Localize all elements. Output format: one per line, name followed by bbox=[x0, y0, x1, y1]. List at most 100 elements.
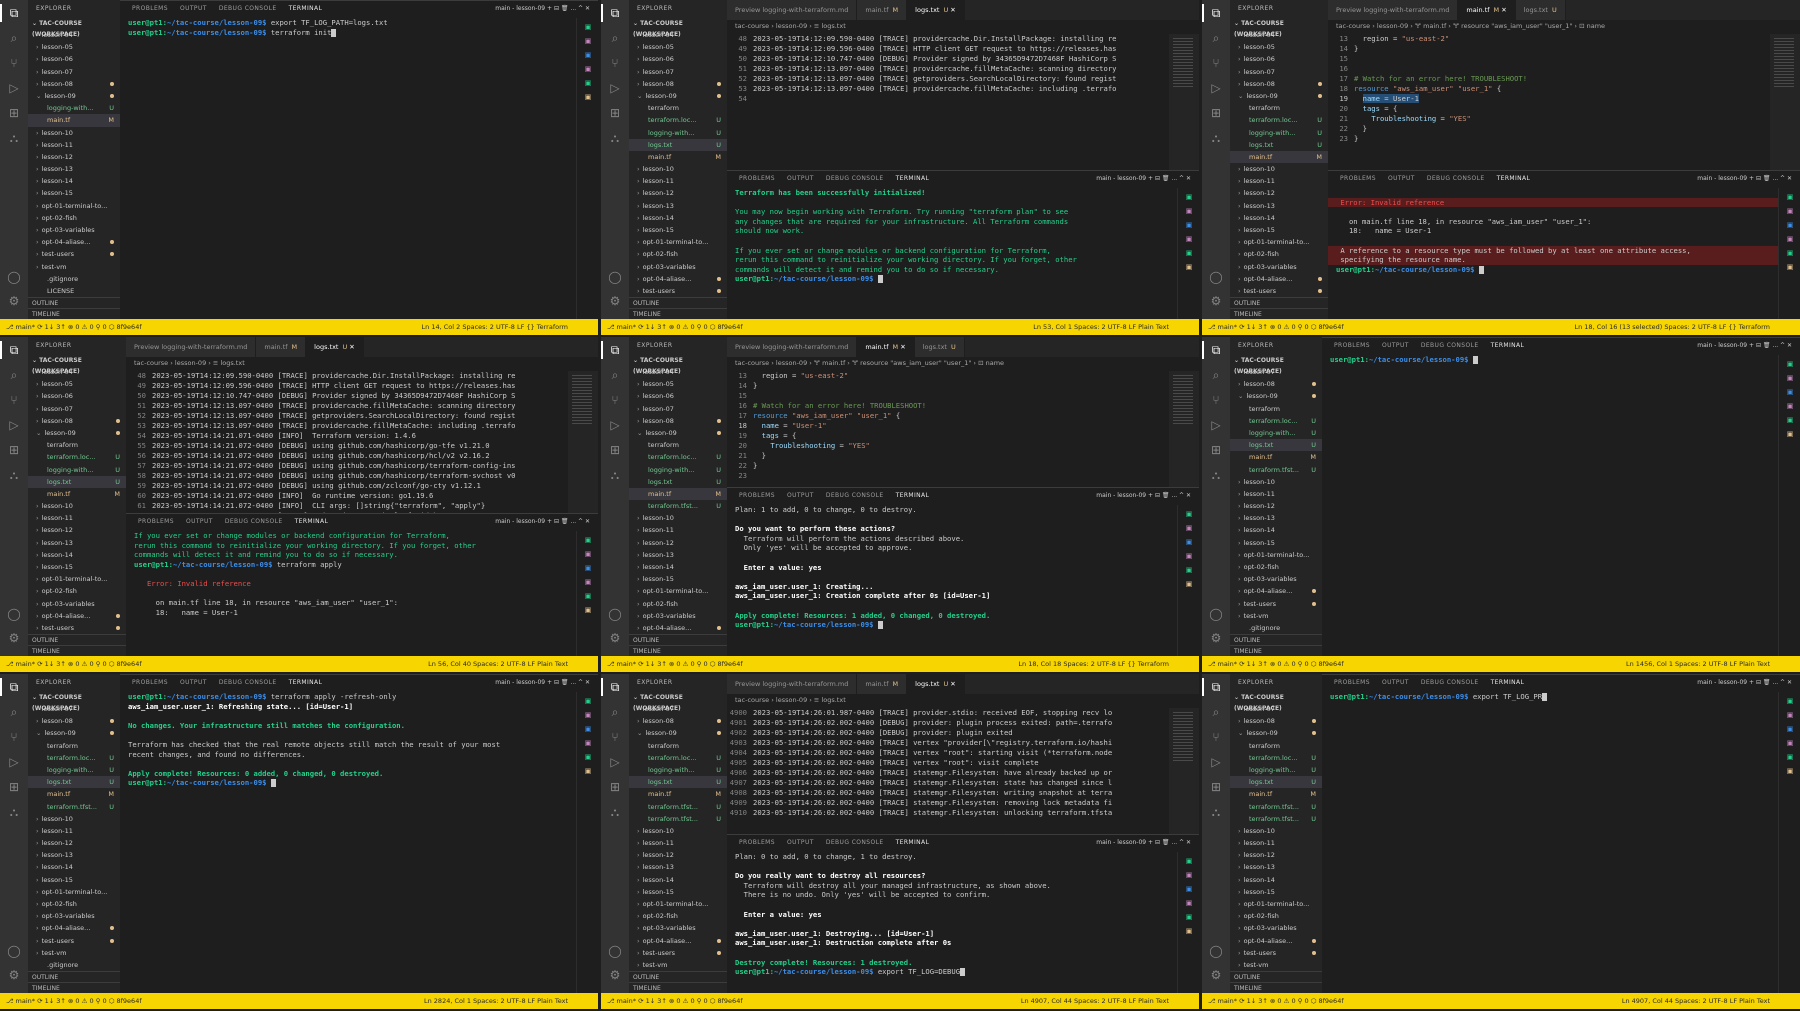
terminal-instance-icon[interactable]: ▣ bbox=[1785, 220, 1795, 230]
terminal-instance-icon[interactable]: ▣ bbox=[1785, 206, 1795, 216]
run-debug-icon[interactable]: ▷ bbox=[1209, 81, 1223, 95]
terminal-instance-icon[interactable]: ▣ bbox=[583, 710, 593, 720]
tree-item[interactable]: › lesson-11 bbox=[629, 837, 727, 849]
terminal-instance-icon[interactable]: ▣ bbox=[1184, 262, 1194, 272]
tree-item[interactable]: › opt-02-fish bbox=[28, 898, 120, 910]
terminal-instance-icon[interactable]: ▣ bbox=[1785, 234, 1795, 244]
git-graph-icon[interactable]: ⛬ bbox=[1209, 468, 1223, 482]
tree-item[interactable]: main.tf M bbox=[28, 488, 126, 500]
tree-item[interactable]: › opt-02-fish bbox=[28, 585, 126, 597]
tree-item[interactable]: terraform bbox=[28, 740, 120, 752]
tree-item[interactable]: terraform.loc... U bbox=[629, 114, 727, 126]
tree-item[interactable]: logging-with... U bbox=[629, 127, 727, 139]
panel-tab-debug-console[interactable]: DEBUG CONSOLE bbox=[1421, 338, 1479, 353]
source-control-icon[interactable]: ⑂ bbox=[1209, 56, 1223, 70]
search-icon[interactable]: ⌕ bbox=[608, 31, 622, 45]
panel-tab-debug-console[interactable]: DEBUG CONSOLE bbox=[219, 1, 277, 16]
outline-section[interactable]: OUTLINE bbox=[629, 634, 727, 645]
timeline-section[interactable]: TIMELINE bbox=[1230, 982, 1322, 993]
tree-item[interactable]: › lesson-12 bbox=[629, 537, 727, 549]
account-icon[interactable]: ◯ bbox=[1209, 270, 1223, 284]
panel-tab-problems[interactable]: PROBLEMS bbox=[739, 835, 775, 850]
source-control-icon[interactable]: ⑂ bbox=[608, 56, 622, 70]
tree-item[interactable]: main.tf M bbox=[1230, 150, 1328, 164]
tree-item[interactable]: › lesson-04 bbox=[629, 366, 727, 378]
terminal-instance-icon[interactable]: ▣ bbox=[583, 22, 593, 32]
tree-item[interactable]: › lesson-11 bbox=[28, 512, 126, 524]
terminal-instance-icon[interactable]: ▣ bbox=[583, 752, 593, 762]
tree-item[interactable]: › lesson-14 bbox=[1230, 874, 1322, 886]
search-icon[interactable]: ⌕ bbox=[608, 368, 622, 382]
code-editor[interactable]: 13 region = "us-east-2" 14} 15 16 17 # Watch … bbox=[1328, 34, 1770, 170]
tree-item[interactable]: ⌄ lesson-09 bbox=[1230, 390, 1322, 402]
terminal-instance-icon[interactable]: ▣ bbox=[1184, 912, 1194, 922]
tree-item[interactable]: logs.txt U bbox=[28, 475, 126, 488]
minimap[interactable] bbox=[1770, 34, 1800, 170]
search-icon[interactable]: ⌕ bbox=[1209, 705, 1223, 719]
tree-item[interactable]: › lesson-08 bbox=[1230, 78, 1328, 90]
terminal-instance-icon[interactable]: ▣ bbox=[1785, 248, 1795, 258]
terminal-output[interactable]: user@pt1:~/tac-course/lesson-09$ export … bbox=[1322, 692, 1778, 993]
tree-item[interactable]: › lesson-10 bbox=[28, 813, 120, 825]
breadcrumb[interactable]: tac-course › lesson-09 › 🝖 main.tf › 🝖 r… bbox=[1328, 20, 1800, 32]
terminal-instance-icon[interactable]: ▣ bbox=[1184, 870, 1194, 880]
tree-item[interactable]: ⌄ lesson-09 bbox=[28, 90, 120, 102]
tree-item[interactable]: › lesson-13 bbox=[629, 861, 727, 873]
timeline-section[interactable]: TIMELINE bbox=[28, 645, 126, 656]
tree-item[interactable]: terraform.tfst... U bbox=[629, 500, 727, 512]
panel-tab-output[interactable]: OUTPUT bbox=[180, 1, 207, 16]
tree-item[interactable]: › lesson-15 bbox=[629, 224, 727, 236]
breadcrumb[interactable]: tac-course › lesson-09 › 🝖 main.tf › 🝖 r… bbox=[727, 357, 1199, 369]
search-icon[interactable]: ⌕ bbox=[7, 368, 21, 382]
status-right[interactable]: Ln 18, Col 18 Spaces: 2 UTF-8 LF {} Terr… bbox=[1018, 656, 1169, 672]
outline-section[interactable]: OUTLINE bbox=[1230, 971, 1322, 982]
panel-tab-debug-console[interactable]: DEBUG CONSOLE bbox=[225, 514, 283, 529]
tree-item[interactable]: › opt-02-fish bbox=[629, 248, 727, 260]
terminal-instance-icon[interactable]: ▣ bbox=[583, 50, 593, 60]
status-right[interactable]: Ln 56, Col 40 Spaces: 2 UTF-8 LF Plain T… bbox=[428, 656, 568, 672]
status-right[interactable]: Ln 4907, Col 44 Spaces: 2 UTF-8 LF Plain… bbox=[1021, 993, 1169, 1009]
tree-item[interactable]: › lesson-14 bbox=[28, 861, 120, 873]
tree-item[interactable]: › test-users bbox=[28, 622, 126, 634]
extensions-icon[interactable]: ⊞ bbox=[1209, 106, 1223, 120]
tree-item[interactable]: logs.txt U bbox=[629, 776, 727, 789]
status-right[interactable]: Ln 53, Col 1 Spaces: 2 UTF-8 LF Plain Te… bbox=[1033, 319, 1169, 335]
extensions-icon[interactable]: ⊞ bbox=[7, 780, 21, 794]
account-icon[interactable]: ◯ bbox=[7, 944, 21, 958]
tree-item[interactable]: › lesson-06 bbox=[629, 390, 727, 402]
source-control-icon[interactable]: ⑂ bbox=[608, 730, 622, 744]
status-left[interactable]: ⎇ main* ⟳ 1↓ 3↑ ⊗ 0 ⚠ 0 ⚲ 0 ⬡ 8f9e64f bbox=[607, 319, 743, 335]
settings-gear-icon[interactable]: ⚙ bbox=[608, 294, 622, 308]
outline-section[interactable]: OUTLINE bbox=[28, 297, 120, 308]
panel-tab-output[interactable]: OUTPUT bbox=[1388, 171, 1415, 186]
tree-item[interactable]: logs.txt U bbox=[1230, 439, 1322, 452]
panel-tab-problems[interactable]: PROBLEMS bbox=[1334, 338, 1370, 353]
account-icon[interactable]: ◯ bbox=[608, 270, 622, 284]
settings-gear-icon[interactable]: ⚙ bbox=[608, 631, 622, 645]
tree-item[interactable]: logs.txt U bbox=[629, 138, 727, 151]
settings-gear-icon[interactable]: ⚙ bbox=[7, 631, 21, 645]
tree-item[interactable]: › lesson-11 bbox=[1230, 488, 1322, 500]
terminal-instance-icon[interactable]: ▣ bbox=[583, 577, 593, 587]
tree-item[interactable]: › opt-03-variables bbox=[28, 598, 126, 610]
tree-item[interactable]: .gitignore bbox=[28, 959, 120, 971]
tree-item[interactable]: › lesson-15 bbox=[28, 561, 126, 573]
tree-item[interactable]: logs.txt U bbox=[1230, 139, 1328, 151]
tree-item[interactable]: › lesson-06 bbox=[28, 53, 120, 65]
explorer-icon[interactable]: ⧉ bbox=[1202, 4, 1223, 22]
close-icon[interactable]: ✕ bbox=[347, 343, 354, 351]
close-icon[interactable]: ✕ bbox=[1499, 6, 1506, 14]
settings-gear-icon[interactable]: ⚙ bbox=[1209, 968, 1223, 982]
tree-item[interactable]: › opt-03-variables bbox=[629, 922, 727, 934]
panel-tab-debug-console[interactable]: DEBUG CONSOLE bbox=[826, 835, 884, 850]
terminal-instance-icon[interactable]: ▣ bbox=[1184, 579, 1194, 589]
tree-item[interactable]: terraform.loc... U bbox=[629, 752, 727, 764]
tree-item[interactable]: › lesson-12 bbox=[629, 849, 727, 861]
tree-item[interactable]: › lesson-14 bbox=[28, 549, 126, 561]
run-debug-icon[interactable]: ▷ bbox=[1209, 755, 1223, 769]
tree-item[interactable]: › lesson-07 bbox=[1230, 703, 1322, 715]
tree-item[interactable]: › lesson-12 bbox=[28, 151, 120, 163]
tree-item[interactable]: › lesson-10 bbox=[629, 512, 727, 524]
minimap[interactable] bbox=[1169, 708, 1199, 834]
tree-item[interactable]: › lesson-07 bbox=[28, 403, 126, 415]
